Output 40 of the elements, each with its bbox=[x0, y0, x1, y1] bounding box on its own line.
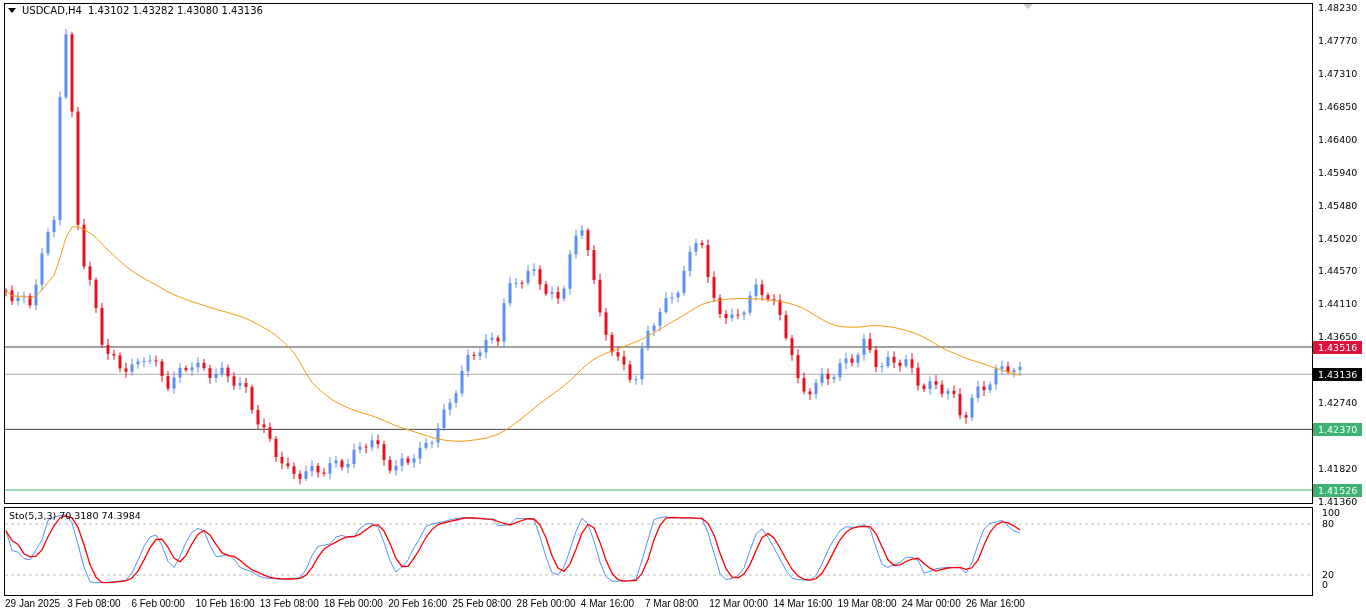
time-axis-label: 7 Mar 08:00 bbox=[645, 598, 699, 609]
price-tick-label: 1.46850 bbox=[1318, 101, 1358, 114]
time-axis-label: 24 Mar 00:00 bbox=[901, 598, 961, 609]
time-axis-label: 4 Mar 16:00 bbox=[580, 598, 635, 609]
indicator-label: Sto(5,3,3) 70.3180 74.3984 bbox=[9, 510, 141, 521]
price-tick-label: 1.45940 bbox=[1318, 166, 1358, 179]
ohlc-values: 1.43102 1.43282 1.43080 1.43136 bbox=[87, 5, 263, 16]
time-axis-label: 18 Feb 00:00 bbox=[324, 598, 383, 609]
time-axis-label: 12 Mar 00:00 bbox=[709, 598, 769, 609]
time-axis-label: 13 Feb 08:00 bbox=[259, 598, 319, 609]
price-level-label: 1.43136 bbox=[1313, 368, 1362, 382]
price-tick-label: 1.44110 bbox=[1318, 298, 1358, 311]
time-axis-label: 19 Mar 08:00 bbox=[837, 598, 897, 609]
price-level-label: 1.41526 bbox=[1313, 484, 1362, 498]
oscillator-tick-label: 0 bbox=[1322, 579, 1329, 591]
symbol-label: USDCAD,H4 bbox=[22, 5, 82, 16]
time-axis-label: 6 Feb 00:00 bbox=[131, 598, 185, 609]
time-axis-label: 28 Feb 00:00 bbox=[516, 598, 576, 609]
price-tick-label: 1.42740 bbox=[1318, 396, 1358, 409]
oscillator-tick-label: 80 bbox=[1322, 518, 1335, 530]
time-axis-label: 14 Mar 16:00 bbox=[773, 598, 833, 609]
price-level-label: 1.42370 bbox=[1313, 423, 1362, 437]
price-tick-label: 1.45020 bbox=[1318, 232, 1358, 245]
price-tick-label: 1.41360 bbox=[1318, 496, 1358, 508]
price-tick-label: 1.48230 bbox=[1318, 2, 1358, 14]
price-tick-label: 1.46400 bbox=[1318, 133, 1358, 146]
price-tick-label: 1.41820 bbox=[1318, 462, 1358, 475]
oscillator-tick-label: 100 bbox=[1322, 507, 1341, 519]
time-axis-label: 26 Mar 16:00 bbox=[966, 598, 1025, 609]
time-axis-label: 20 Feb 16:00 bbox=[388, 598, 448, 609]
time-axis-label: 10 Feb 16:00 bbox=[195, 598, 255, 609]
price-level-label: 1.43516 bbox=[1313, 340, 1362, 354]
price-tick-label: 1.47310 bbox=[1318, 68, 1358, 81]
price-tick-label: 1.45480 bbox=[1318, 199, 1358, 212]
price-tick-label: 1.44570 bbox=[1318, 265, 1358, 278]
time-axis-label: 29 Jan 2025 bbox=[5, 598, 61, 609]
time-axis-label: 25 Feb 08:00 bbox=[452, 598, 512, 609]
oscillator-tick-label: 20 bbox=[1322, 569, 1335, 581]
time-axis-label: 3 Feb 08:00 bbox=[67, 598, 121, 609]
price-tick-label: 1.47770 bbox=[1318, 35, 1358, 48]
